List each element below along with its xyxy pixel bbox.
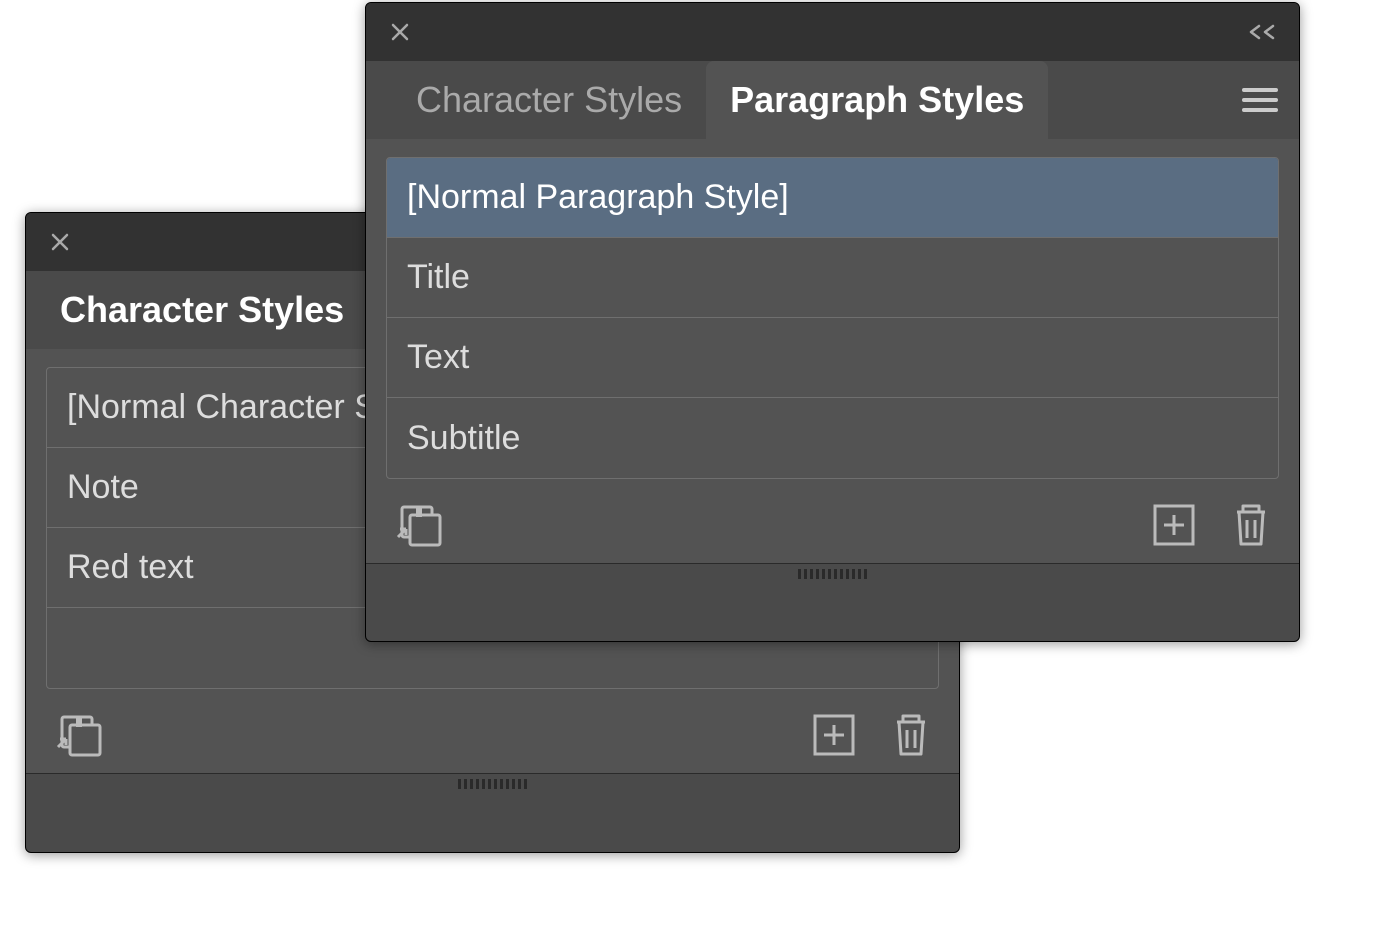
close-icon[interactable]	[44, 226, 76, 258]
list-item[interactable]: [Normal Paragraph Style]	[387, 158, 1278, 238]
close-icon[interactable]	[384, 16, 416, 48]
panel-footer	[26, 699, 959, 773]
delete-style-icon[interactable]	[889, 710, 933, 760]
add-style-icon[interactable]	[1151, 500, 1197, 550]
list-item[interactable]: Title	[387, 238, 1278, 318]
tab-paragraph-styles[interactable]: Paragraph Styles	[706, 61, 1048, 139]
load-styles-icon[interactable]	[52, 709, 104, 761]
panel-tabs: Character Styles Paragraph Styles	[366, 61, 1299, 139]
panel-body: [Normal Paragraph Style] Title Text Subt…	[366, 139, 1299, 489]
tab-character-styles[interactable]: Character Styles	[392, 61, 706, 139]
add-style-icon[interactable]	[811, 710, 857, 760]
tab-character-styles[interactable]: Character Styles	[52, 271, 368, 349]
collapse-panel-icon[interactable]	[1245, 22, 1281, 42]
list-item[interactable]: Text	[387, 318, 1278, 398]
paragraph-styles-panel: Character Styles Paragraph Styles [Norma…	[365, 2, 1300, 642]
style-list: [Normal Paragraph Style] Title Text Subt…	[386, 157, 1279, 479]
panel-footer	[366, 489, 1299, 563]
resize-grip[interactable]	[366, 563, 1299, 583]
resize-grip[interactable]	[26, 773, 959, 793]
delete-style-icon[interactable]	[1229, 500, 1273, 550]
panel-menu-icon[interactable]	[1239, 79, 1281, 121]
load-styles-icon[interactable]	[392, 499, 444, 551]
list-item[interactable]: Subtitle	[387, 398, 1278, 478]
panel-header	[366, 3, 1299, 61]
